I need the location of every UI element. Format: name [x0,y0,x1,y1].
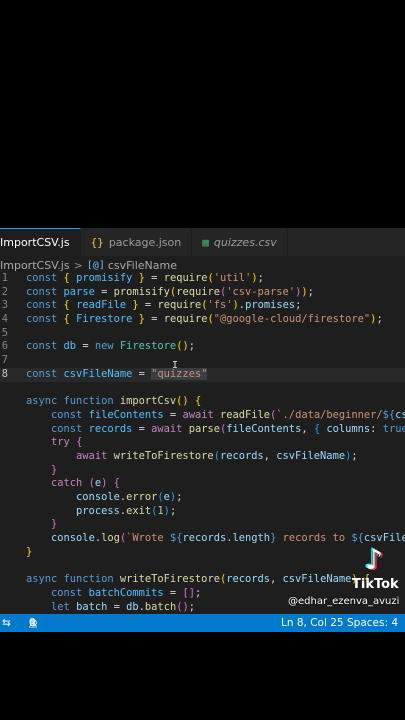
code-line: const records = await parse(fileContents… [51,422,405,435]
tab-label: package.json [108,235,182,249]
code-line: catch (e) { [51,477,120,490]
code-line: 6 const db = new Firestore(); [1,340,195,353]
line-number: 1 [1,272,8,284]
code-area[interactable]: 1 const { promisify } = require('util'); … [0,272,405,614]
tab-quizzes-csv[interactable]: ▦ quizzes.csv [192,228,288,256]
code-line: const fileContents = await readFile(`./d… [51,408,405,421]
line-number: 3 [1,299,8,312]
tiktok-username: @edhar_ezenva_avuzi [288,596,400,607]
code-line: 7 [0,354,405,368]
tab-bar: ImportCSV.js {} package.json ▦ quizzes.c… [0,228,405,256]
text-cursor-icon: I [172,360,179,371]
code-line: 5 [0,327,405,341]
remote-icon[interactable]: ⇆ [2,614,11,632]
code-line: await writeToFirestore(records, csvFileN… [76,449,358,462]
code-line: console.error(e); [76,491,183,503]
cursor-position[interactable]: Ln 8, Col 25 [281,614,344,632]
line-number: 8 [1,367,8,380]
line-number: 4 [1,313,8,326]
indentation-status[interactable]: Spaces: 4 [347,614,398,632]
breadcrumb-file[interactable]: ImportCSV.js [0,259,70,272]
code-line-current: 8 const csvFileName = "quizzes" [0,367,405,382]
warning-count: 0 [29,617,36,629]
variable-symbol-icon: [@] [86,259,105,271]
code-line: try { [51,436,83,449]
code-line: 3 const { readFile } = require('fs').prom… [1,299,302,312]
breadcrumb-symbol[interactable]: csvFileName [108,259,177,272]
code-line: async function importCsv() { [26,395,202,408]
line-number: 7 [1,354,8,367]
code-line: } [51,463,58,476]
code-line: 4 const { Firestore } = require("@google-… [1,313,383,326]
line-number: 2 [1,285,8,298]
json-file-icon: {} [90,235,104,249]
code-line: 2 const parse = promisify(require('csv-pa… [1,285,314,298]
code-editor: ImportCSV.js {} package.json ▦ quizzes.c… [0,228,405,632]
code-line: process.exit(1); [76,504,177,517]
tab-package-json[interactable]: {} package.json [81,228,193,256]
csv-file-icon: ▦ [202,235,209,249]
code-line: } [26,545,33,558]
tab-label: ImportCSV.js [0,236,70,249]
code-line: 1 const { promisify } = require('util'); [1,272,264,284]
tiktok-brand: TikTok [352,577,399,592]
line-number: 6 [1,340,8,353]
breadcrumb-separator: > [73,258,83,272]
tab-importcsv[interactable]: ImportCSV.js [0,228,81,256]
code-line: } [51,518,58,531]
tab-label: quizzes.csv [213,235,277,249]
code-line: async function writeToFirestore(records,… [26,573,371,586]
status-bar: ⇆ ⊗ 0 △ 0 Ln 8, Col 25 Spaces: 4 [0,614,405,632]
line-number: 5 [1,326,8,339]
code-line: console.log(`Wrote ${records.length} rec… [51,532,405,545]
tiktok-logo-icon: ♪ [365,543,383,576]
